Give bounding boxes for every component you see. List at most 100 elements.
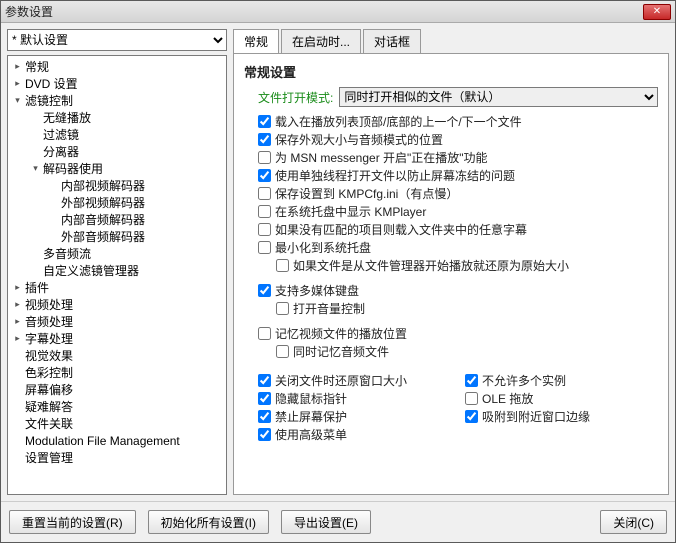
checkbox-input[interactable] [258,205,271,218]
checkbox-row[interactable]: 吸附到附近窗口边缘 [465,408,658,425]
tree-item[interactable]: ▸DVD 设置 [8,75,226,92]
checkbox-input[interactable] [258,169,271,182]
checkbox-input[interactable] [258,115,271,128]
tree-expand-icon[interactable]: ▸ [12,299,23,310]
tree-leaf-icon [12,452,23,463]
tree-leaf-icon [48,180,59,191]
checkbox-row[interactable]: 为 MSN messenger 开启"正在播放"功能 [258,149,658,166]
tree-item[interactable]: 视觉效果 [8,347,226,364]
checkbox-input[interactable] [465,374,478,387]
reset-button[interactable]: 重置当前的设置(R) [9,510,136,534]
checkbox-row[interactable]: OLE 拖放 [465,390,658,407]
checkbox-row[interactable]: 最小化到系统托盘 [258,239,658,256]
checkbox-row[interactable]: 在系统托盘中显示 KMPlayer [258,203,658,220]
tree-leaf-icon [30,248,41,259]
footer: 重置当前的设置(R) 初始化所有设置(I) 导出设置(E) 关闭(C) [1,501,675,542]
tree-item[interactable]: ▸插件 [8,279,226,296]
tree-item-label: 滤镜控制 [25,92,73,109]
checkbox-row[interactable]: 保存设置到 KMPCfg.ini（有点慢） [258,185,658,202]
checkbox-row[interactable]: 记忆视频文件的播放位置 [258,325,658,342]
checkbox-row[interactable]: 关闭文件时还原窗口大小 [258,372,451,389]
export-button[interactable]: 导出设置(E) [281,510,371,534]
tree-collapse-icon[interactable]: ▾ [12,95,23,106]
tree-item-label: 内部视频解码器 [61,177,145,194]
tree-expand-icon[interactable]: ▸ [12,333,23,344]
tab-dialog[interactable]: 对话框 [363,29,421,53]
init-button[interactable]: 初始化所有设置(I) [148,510,269,534]
checkbox-row[interactable]: 使用高级菜单 [258,426,451,443]
close-button[interactable]: 关闭(C) [600,510,667,534]
checkbox-input[interactable] [258,133,271,146]
tree-item[interactable]: ▸常规 [8,58,226,75]
checkbox-input[interactable] [276,302,289,315]
checkbox-input[interactable] [258,392,271,405]
tree-leaf-icon [12,401,23,412]
checkbox-row[interactable]: 如果文件是从文件管理器开始播放就还原为原始大小 [276,257,658,274]
tree-item[interactable]: 外部视频解码器 [8,194,226,211]
open-mode-label: 文件打开模式: [258,89,333,106]
tree-item[interactable]: ▸音频处理 [8,313,226,330]
tab-startup[interactable]: 在启动时... [281,29,361,53]
tree-item[interactable]: 无缝播放 [8,109,226,126]
checkbox-input[interactable] [258,428,271,441]
tree-item[interactable]: 内部视频解码器 [8,177,226,194]
tree-item[interactable]: 屏幕偏移 [8,381,226,398]
checkbox-input[interactable] [258,410,271,423]
checkbox-row[interactable]: 载入在播放列表顶部/底部的上一个/下一个文件 [258,113,658,130]
checkbox-input[interactable] [258,151,271,164]
tree-item[interactable]: ▸字幕处理 [8,330,226,347]
checkbox-input[interactable] [258,187,271,200]
checkbox-input[interactable] [258,223,271,236]
tree-item[interactable]: ▸视频处理 [8,296,226,313]
tree-expand-icon[interactable]: ▸ [12,61,23,72]
checkbox-label: 隐藏鼠标指针 [275,390,347,407]
tree-item[interactable]: 色彩控制 [8,364,226,381]
checkbox-input[interactable] [258,374,271,387]
open-mode-select[interactable]: 同时打开相似的文件（默认） [339,87,658,107]
tree-leaf-icon [48,197,59,208]
checkbox-row[interactable]: 保存外观大小与音频模式的位置 [258,131,658,148]
tree-item[interactable]: 设置管理 [8,449,226,466]
tree-item-label: 插件 [25,279,49,296]
checkbox-input[interactable] [276,259,289,272]
preset-combo[interactable]: * 默认设置 [7,29,227,51]
checkbox-row[interactable]: 打开音量控制 [276,300,658,317]
checkbox-row[interactable]: 禁止屏幕保护 [258,408,451,425]
tree-expand-icon[interactable]: ▸ [12,78,23,89]
tree-item[interactable]: 过滤镜 [8,126,226,143]
tree-item[interactable]: 自定义滤镜管理器 [8,262,226,279]
checkbox-row[interactable]: 支持多媒体键盘 [258,282,658,299]
close-icon[interactable]: ✕ [643,4,671,20]
tree-item[interactable]: ▾滤镜控制 [8,92,226,109]
tree-item-label: 文件关联 [25,415,73,432]
checkbox-row[interactable]: 使用单独线程打开文件以防止屏幕冻结的问题 [258,167,658,184]
tree-item[interactable]: 内部音频解码器 [8,211,226,228]
checkbox-input[interactable] [276,345,289,358]
tree-item[interactable]: Modulation File Management [8,432,226,449]
tab-general[interactable]: 常规 [233,29,279,53]
tree-item[interactable]: 多音频流 [8,245,226,262]
category-tree[interactable]: ▸常规▸DVD 设置▾滤镜控制无缝播放过滤镜分离器▾解码器使用内部视频解码器外部… [7,55,227,495]
checkbox-row[interactable]: 隐藏鼠标指针 [258,390,451,407]
tree-item[interactable]: 外部音频解码器 [8,228,226,245]
tree-item-label: 无缝播放 [43,109,91,126]
tree-item[interactable]: ▾解码器使用 [8,160,226,177]
tree-expand-icon[interactable]: ▸ [12,316,23,327]
tab-bar: 常规在启动时...对话框 [233,29,669,53]
checkbox-label: 支持多媒体键盘 [275,282,359,299]
tree-item[interactable]: 分离器 [8,143,226,160]
checkbox-input[interactable] [465,392,478,405]
tree-expand-icon[interactable]: ▸ [12,282,23,293]
checkbox-input[interactable] [258,327,271,340]
tree-item[interactable]: 疑难解答 [8,398,226,415]
checkbox-row[interactable]: 如果没有匹配的项目则载入文件夹中的任意字幕 [258,221,658,238]
checkbox-row[interactable]: 不允许多个实例 [465,372,658,389]
checkbox-input[interactable] [258,241,271,254]
checkbox-input[interactable] [258,284,271,297]
checkbox-row[interactable]: 同时记忆音频文件 [276,343,658,360]
checkbox-label: 如果文件是从文件管理器开始播放就还原为原始大小 [293,257,569,274]
tree-item[interactable]: 文件关联 [8,415,226,432]
checkbox-input[interactable] [465,410,478,423]
tree-collapse-icon[interactable]: ▾ [30,163,41,174]
tree-leaf-icon [48,231,59,242]
